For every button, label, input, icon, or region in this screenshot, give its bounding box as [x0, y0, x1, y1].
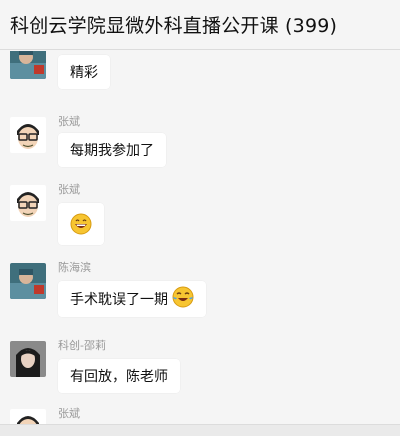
message-text: 每期我参加了 — [70, 143, 154, 159]
glasses-face-avatar-icon — [10, 117, 46, 153]
woman-avatar-icon — [10, 341, 46, 377]
chat-window: 科创云学院显微外科直播公开课 (399) 精彩 张斌 每期我参加了 张斌 陈海滨… — [0, 0, 400, 436]
avatar[interactable] — [10, 51, 46, 79]
message-text: 有回放，陈老师 — [70, 369, 168, 385]
sender-name: 科创-邵莉 — [58, 339, 106, 352]
surgeon-avatar-icon — [10, 263, 46, 299]
avatar[interactable] — [10, 263, 46, 299]
message-text: 手术耽误了一期 — [70, 292, 168, 308]
title-bar: 科创云学院显微外科直播公开课 (399) — [0, 0, 400, 50]
sender-name: 张斌 — [58, 407, 80, 420]
sender-name: 陈海滨 — [58, 261, 91, 274]
chat-title[interactable]: 科创云学院显微外科直播公开课 (399) — [10, 11, 337, 38]
avatar[interactable] — [10, 185, 46, 221]
message-list[interactable]: 精彩 张斌 每期我参加了 张斌 陈海滨 手术耽误了一期 科创-邵莉 有回放，陈老… — [0, 51, 400, 436]
grinning-emoji-icon — [70, 213, 92, 235]
sender-name: 张斌 — [58, 183, 80, 196]
bottom-divider — [0, 424, 400, 436]
avatar[interactable] — [10, 117, 46, 153]
crying-laughing-emoji-icon — [172, 286, 194, 312]
message-bubble[interactable]: 每期我参加了 — [58, 133, 166, 167]
avatar[interactable] — [10, 341, 46, 377]
message-bubble[interactable] — [58, 203, 104, 245]
glasses-face-avatar-icon — [10, 185, 46, 221]
message-text: 精彩 — [70, 65, 98, 81]
surgeon-avatar-icon — [10, 51, 46, 79]
message-bubble[interactable]: 有回放，陈老师 — [58, 359, 180, 393]
sender-name: 张斌 — [58, 115, 80, 128]
message-bubble[interactable]: 手术耽误了一期 — [58, 281, 206, 317]
message-bubble[interactable]: 精彩 — [58, 55, 110, 89]
